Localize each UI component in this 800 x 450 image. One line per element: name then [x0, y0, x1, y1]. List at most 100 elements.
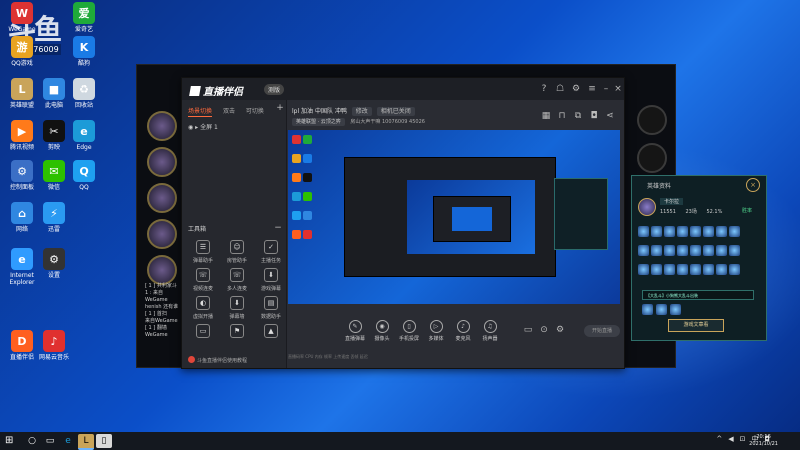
rune-icon[interactable] — [729, 245, 740, 256]
lol-taskbar-icon[interactable]: L — [78, 434, 94, 450]
scene-item[interactable]: ◉ ▸ 全屏 1 — [188, 122, 218, 131]
help-icon[interactable]: ? — [538, 83, 550, 95]
rune-icon[interactable] — [690, 226, 701, 237]
toolbar-button[interactable]: ♪ 麦克风 — [452, 320, 474, 342]
rune-icon[interactable] — [690, 245, 701, 256]
tool-button[interactable]: ◐ 虚拟开播 — [186, 296, 220, 320]
desktop-icon[interactable]: ♪ 网易云音乐 — [32, 330, 76, 361]
rune-icon[interactable] — [703, 264, 714, 275]
tool-button[interactable]: ⚑ — [220, 324, 254, 341]
grid-icon[interactable]: ▦ — [540, 110, 552, 122]
tray-icon[interactable]: ^ — [716, 435, 722, 443]
menu-icon[interactable]: ≡ — [586, 83, 598, 95]
rune-icon[interactable] — [638, 245, 649, 256]
stream-preview[interactable] — [288, 130, 620, 304]
rune-icon[interactable] — [703, 245, 714, 256]
rune-icon[interactable] — [677, 245, 688, 256]
champion-portrait[interactable] — [147, 111, 177, 141]
hero-info-panel[interactable]: 英雄资料 × 卡尔拉 11551 23场 52.1% 胜率 【大乱斗】小狗熊大乱… — [631, 175, 767, 341]
tab-scene[interactable]: 场景切换 — [188, 108, 213, 117]
desktop-icon[interactable]: W WeGame — [0, 2, 44, 33]
add-scene-icon[interactable]: + — [274, 102, 286, 114]
build-select[interactable]: 【大乱斗】小狗熊大乱斗出装 — [642, 290, 754, 300]
rune-icon[interactable] — [677, 226, 688, 237]
rune-icon[interactable] — [729, 226, 740, 237]
item-icon[interactable] — [656, 304, 667, 315]
tool-button[interactable]: ⬇ 游戏弹幕 — [254, 268, 288, 292]
champion-portrait[interactable] — [147, 183, 177, 213]
tab-double[interactable]: 双击 — [223, 108, 235, 115]
rune-icon[interactable] — [677, 264, 688, 275]
screen-icon[interactable]: ⊙ — [538, 324, 550, 336]
tool-button[interactable]: ☏ 多人连麦 — [220, 268, 254, 292]
tool-button[interactable]: ⬇ 弹幕墙 — [220, 296, 254, 320]
start-live-button[interactable]: 开始直播 — [584, 325, 620, 337]
taskbar-clock[interactable]: 20:16 2021/10/21 — [749, 434, 778, 448]
tool-button[interactable]: ▲ — [254, 324, 288, 341]
desktop-icon[interactable]: ♻ 回收站 — [62, 78, 106, 109]
game-slot-circle[interactable] — [637, 143, 667, 173]
close-icon[interactable]: × — [746, 178, 760, 192]
edit-title-button[interactable]: 修改 — [351, 107, 372, 116]
edge-taskbar-icon[interactable]: e — [60, 434, 76, 448]
champion-portrait[interactable] — [147, 219, 177, 249]
toolbar-button[interactable]: ♫ 扬声器 — [479, 320, 501, 342]
rune-icon[interactable] — [638, 264, 649, 275]
tool-button[interactable]: ☰ 弹幕助手 — [186, 240, 220, 264]
desktop-icon[interactable]: ⚙ 设置 — [32, 248, 76, 279]
item-icon[interactable] — [670, 304, 681, 315]
game-slot-circle[interactable] — [637, 105, 667, 135]
minimize-icon[interactable]: – — [600, 83, 612, 95]
version-badge[interactable]: 测版 — [264, 84, 285, 95]
lock-icon[interactable]: ⊓ — [556, 110, 568, 122]
mic-settings-icon[interactable]: ▭ — [522, 324, 534, 336]
desktop-icon[interactable]: ⚡ 迅雷 — [32, 202, 76, 233]
rune-icon[interactable] — [664, 245, 675, 256]
task-view-icon[interactable]: ▭ — [42, 434, 58, 448]
tool-button[interactable]: ☺ 房管助手 — [220, 240, 254, 264]
champion-portrait[interactable] — [147, 147, 177, 177]
desktop-icon[interactable]: 游 QQ游戏 — [0, 36, 44, 67]
rune-icon[interactable] — [651, 245, 662, 256]
toolbar-button[interactable]: ▷ 多媒体 — [425, 320, 447, 342]
tool-button[interactable]: ▭ — [186, 324, 220, 341]
app-taskbar-icon[interactable]: ▯ — [96, 434, 112, 448]
search-icon[interactable]: ○ — [24, 434, 40, 448]
toolbar-button[interactable]: ✎ 直播弹幕 — [344, 320, 366, 342]
rune-icon[interactable] — [651, 226, 662, 237]
view-article-button[interactable]: 游戏文章看 — [668, 319, 724, 332]
rune-icon[interactable] — [703, 226, 714, 237]
rune-icon[interactable] — [664, 264, 675, 275]
rune-icon[interactable] — [729, 264, 740, 275]
tray-icon[interactable]: ⊡ — [740, 435, 746, 443]
tool-button[interactable]: ▤ 数据助手 — [254, 296, 288, 320]
rune-icon[interactable] — [638, 226, 649, 237]
desktop-icon[interactable]: K 酷狗 — [62, 36, 106, 67]
rune-icon[interactable] — [716, 245, 727, 256]
tray-icon[interactable]: ◀ — [728, 435, 733, 443]
rune-icon[interactable] — [664, 226, 675, 237]
tool-button[interactable]: ✓ 主播任务 — [254, 240, 288, 264]
desktop-icon[interactable]: e Edge — [62, 120, 106, 151]
rune-icon[interactable] — [716, 264, 727, 275]
gear-icon[interactable]: ⚙ — [554, 324, 566, 336]
bell-icon[interactable]: ◘ — [588, 110, 600, 122]
share-icon[interactable]: ⋖ — [604, 110, 616, 122]
item-icon[interactable] — [642, 304, 653, 315]
toolbar-button[interactable]: ▯ 手机投屏 — [398, 320, 420, 342]
tab-switch[interactable]: 可切换 — [246, 108, 264, 115]
streaming-app-window[interactable]: 直播伴侣 测版 ? ☖ ⚙ ≡ – × 场景切换 双击 可切换 + ◉ ▸ 全屏… — [181, 77, 625, 369]
copy-icon[interactable]: ⧉ — [572, 110, 584, 122]
tools-expand-icon[interactable]: − — [272, 222, 284, 234]
room-category[interactable]: 英雄联盟 · 云顶之弈 — [292, 118, 345, 126]
tool-button[interactable]: ☏ 视频连麦 — [186, 268, 220, 292]
tutorial-notice[interactable]: 斗鱼直播伴侣使用教程 — [188, 356, 247, 364]
close-icon[interactable]: × — [612, 83, 624, 95]
windows-start-icon[interactable]: ⊞ — [5, 436, 13, 446]
shirt-icon[interactable]: ☖ — [554, 83, 566, 95]
rune-icon[interactable] — [651, 264, 662, 275]
settings-icon[interactable]: ⚙ — [570, 83, 582, 95]
camera-status-pill[interactable]: 相机已关闭 — [376, 107, 415, 116]
desktop-icon[interactable]: 爱爱奇艺 — [62, 2, 106, 33]
champion-portrait[interactable] — [147, 255, 177, 285]
